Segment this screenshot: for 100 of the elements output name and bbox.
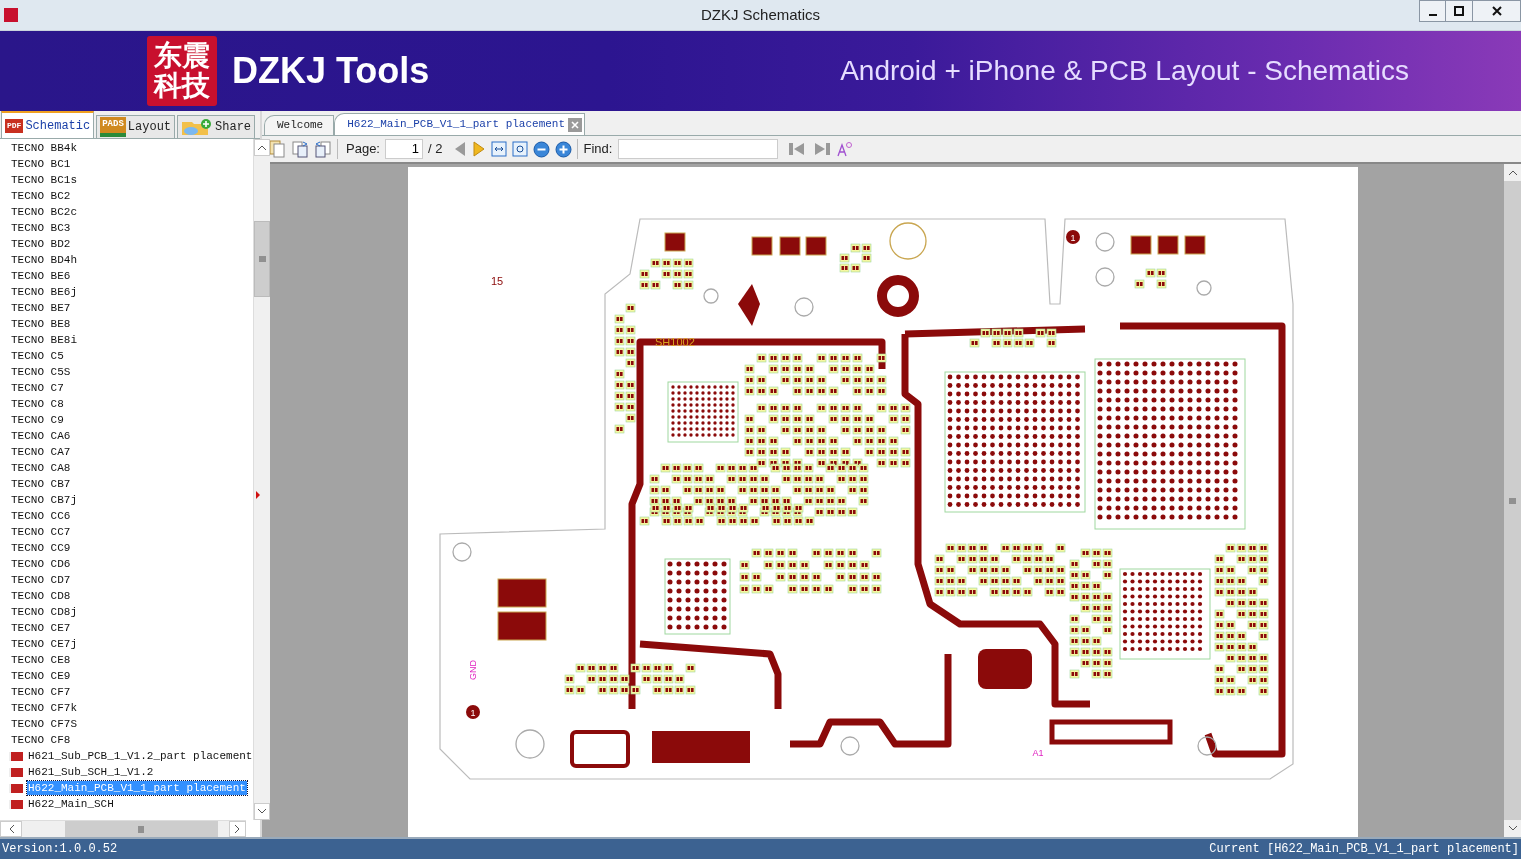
tab[interactable]: PADS Layout — [96, 115, 176, 138]
list-item[interactable]: TECNO BE7 — [10, 301, 72, 315]
logo-mark: 东震 科技 — [147, 36, 217, 106]
rotate-page-icon[interactable] — [291, 140, 309, 158]
list-item[interactable]: TECNO CD8 — [10, 589, 72, 603]
list-item[interactable]: H621_Sub_SCH_1_V1.2 — [27, 765, 155, 779]
scroll-left-icon — [8, 825, 14, 833]
list-item[interactable]: TECNO CF8 — [10, 733, 72, 747]
pdf-file-icon: PDF — [5, 118, 24, 133]
list-item[interactable]: TECNO C5S — [10, 365, 72, 379]
list-item[interactable]: TECNO CC6 — [10, 509, 72, 523]
list-item[interactable]: TECNO CB7j — [10, 493, 78, 507]
list-item[interactable]: TECNO BE8i — [10, 333, 78, 347]
list-item[interactable]: TECNO BC1 — [10, 157, 72, 171]
previous-page-icon[interactable] — [453, 141, 468, 157]
scroll-thumb[interactable] — [65, 821, 218, 837]
version-text: Version:1.0.0.52 — [2, 841, 118, 858]
scroll-thumb[interactable] — [254, 221, 271, 297]
list-item[interactable]: TECNO BE6 — [10, 269, 72, 283]
tab[interactable]: Share — [177, 115, 256, 138]
list-item[interactable]: TECNO BC3 — [10, 221, 72, 235]
scroll-up-icon — [258, 145, 267, 150]
page-field[interactable]: 1 — [385, 139, 423, 159]
vertical-scrollbar[interactable] — [253, 139, 271, 820]
pdf-file-icon — [9, 783, 23, 793]
board-label: GND — [468, 660, 478, 680]
list-item[interactable]: TECNO CF7 — [10, 685, 72, 699]
list-item[interactable]: TECNO CF7k — [10, 701, 78, 715]
highlight-text-icon[interactable] — [837, 141, 854, 157]
board-label: 1 — [470, 708, 476, 718]
next-page-icon[interactable] — [472, 141, 487, 157]
tab[interactable]: PDF Schematic — [1, 111, 95, 138]
list-item[interactable]: TECNO CA7 — [10, 445, 72, 459]
scroll-right-icon — [235, 825, 241, 833]
pdf-file-icon — [9, 751, 23, 761]
list-item[interactable]: TECNO BD4h — [10, 253, 78, 267]
list-item[interactable]: TECNO BB4k — [10, 141, 78, 155]
list-item[interactable]: TECNO CE7 — [10, 621, 72, 635]
list-item[interactable]: TECNO C5 — [10, 349, 65, 363]
list-item[interactable]: TECNO CA8 — [10, 461, 72, 475]
list-item[interactable]: TECNO BC2c — [10, 205, 78, 219]
current-document-text: Current [H622_Main_PCB_V1_1_part placement] — [1209, 841, 1519, 858]
board-label: SH1002 — [655, 336, 695, 348]
close-icon[interactable] — [568, 117, 583, 132]
find-previous-icon[interactable] — [789, 142, 806, 156]
list-item[interactable]: TECNO BC1s — [10, 173, 78, 187]
splitter-arrow-icon — [256, 491, 260, 499]
board-label: 1 — [1070, 233, 1076, 243]
list-item[interactable]: TECNO CD8j — [10, 605, 78, 619]
pin-marker — [1066, 230, 1080, 244]
fit-width-icon[interactable] — [491, 141, 508, 157]
list-item[interactable]: TECNO C7 — [10, 381, 65, 395]
list-item[interactable]: H621_Sub_PCB_1_V1.2_part placement — [27, 749, 254, 763]
banner-tagline: Android + iPhone & PCB Layout - Schematics — [840, 54, 1409, 88]
minimize-button[interactable] — [1419, 0, 1446, 22]
app-logo-icon — [4, 8, 18, 22]
list-item[interactable]: TECNO CD6 — [10, 557, 72, 571]
maximize-button[interactable] — [1446, 0, 1473, 22]
list-item[interactable]: TECNO CC9 — [10, 541, 72, 555]
list-item[interactable]: TECNO CE9 — [10, 669, 72, 683]
list-item[interactable]: TECNO C8 — [10, 397, 65, 411]
board-label: A1 — [1032, 748, 1044, 758]
list-item[interactable]: TECNO CE7j — [10, 637, 78, 651]
pdf-file-icon — [9, 767, 23, 777]
minimize-icon — [1428, 13, 1437, 16]
list-item[interactable]: TECNO CB7 — [10, 477, 72, 491]
zoom-in-icon[interactable] — [555, 140, 573, 158]
horizontal-scrollbar[interactable] — [0, 820, 247, 837]
list-item[interactable]: TECNO BE8 — [10, 317, 72, 331]
scroll-down-icon — [258, 809, 267, 814]
document-tab[interactable]: H622_Main_PCB_V1_1_part placement — [334, 113, 586, 135]
find-next-icon[interactable] — [814, 142, 831, 156]
list-item[interactable]: TECNO CF7S — [10, 717, 78, 731]
close-button[interactable] — [1473, 0, 1521, 22]
fit-page-icon[interactable] — [512, 141, 529, 157]
find-label: Find: — [583, 140, 613, 159]
document-tab[interactable]: Welcome — [264, 115, 335, 135]
scroll-down-icon — [1508, 826, 1517, 831]
window-title: DZKJ Schematics — [700, 4, 821, 25]
rotate-page-icon[interactable] — [314, 140, 332, 158]
page-total: / 2 — [428, 140, 443, 159]
page-label: Page: — [346, 140, 380, 159]
list-item[interactable]: TECNO CE8 — [10, 653, 72, 667]
brand-name: DZKJ Tools — [232, 49, 430, 93]
list-item[interactable]: TECNO CC7 — [10, 525, 72, 539]
list-item[interactable]: TECNO BC2 — [10, 189, 72, 203]
list-item[interactable]: H622_Main_SCH — [27, 797, 115, 811]
close-icon — [1491, 6, 1502, 16]
list-item[interactable]: TECNO CD7 — [10, 573, 72, 587]
zoom-out-icon[interactable] — [533, 140, 551, 158]
list-item[interactable]: TECNO C9 — [10, 413, 65, 427]
list-item[interactable]: TECNO CA6 — [10, 429, 72, 443]
find-field[interactable] — [618, 139, 779, 159]
maximize-icon — [1454, 6, 1464, 16]
scroll-up-icon — [1508, 170, 1517, 175]
copy-icon[interactable] — [268, 140, 286, 158]
board-icon: PADS — [100, 117, 126, 137]
folder-cloud-icon — [181, 118, 214, 136]
list-item[interactable]: TECNO BE6j — [10, 285, 78, 299]
list-item[interactable]: TECNO BD2 — [10, 237, 72, 251]
